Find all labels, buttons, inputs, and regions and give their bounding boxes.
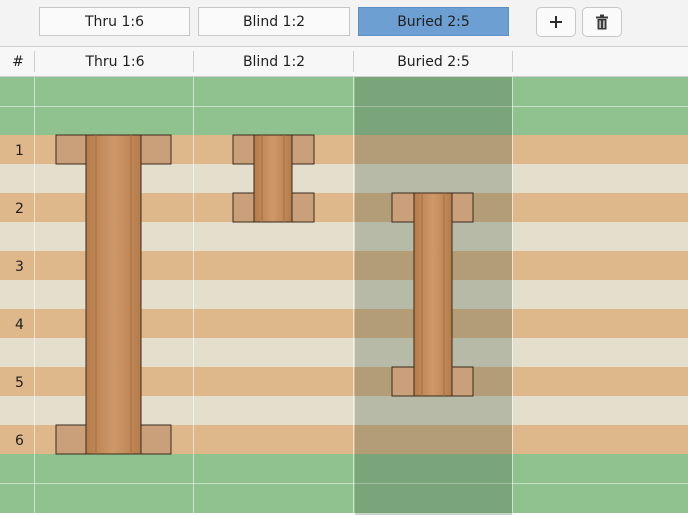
via-blind[interactable] (232, 134, 315, 223)
trash-icon (596, 14, 608, 30)
vias-layer (55, 134, 474, 455)
tab-blind[interactable]: Blind 1:2 (198, 7, 350, 36)
delete-button[interactable] (582, 7, 622, 37)
stackup-grid: # Thru 1:6 Blind 1:2 Buried 2:5 1 2 3 4 … (0, 46, 688, 515)
toolbar: Thru 1:6 Blind 1:2 Buried 2:5 (0, 0, 688, 46)
add-button[interactable] (536, 7, 576, 37)
plus-icon (550, 16, 562, 28)
tab-buried[interactable]: Buried 2:5 (358, 7, 509, 36)
via-buried[interactable] (391, 192, 474, 397)
via-thru[interactable] (55, 134, 172, 455)
tab-thru[interactable]: Thru 1:6 (39, 7, 190, 36)
